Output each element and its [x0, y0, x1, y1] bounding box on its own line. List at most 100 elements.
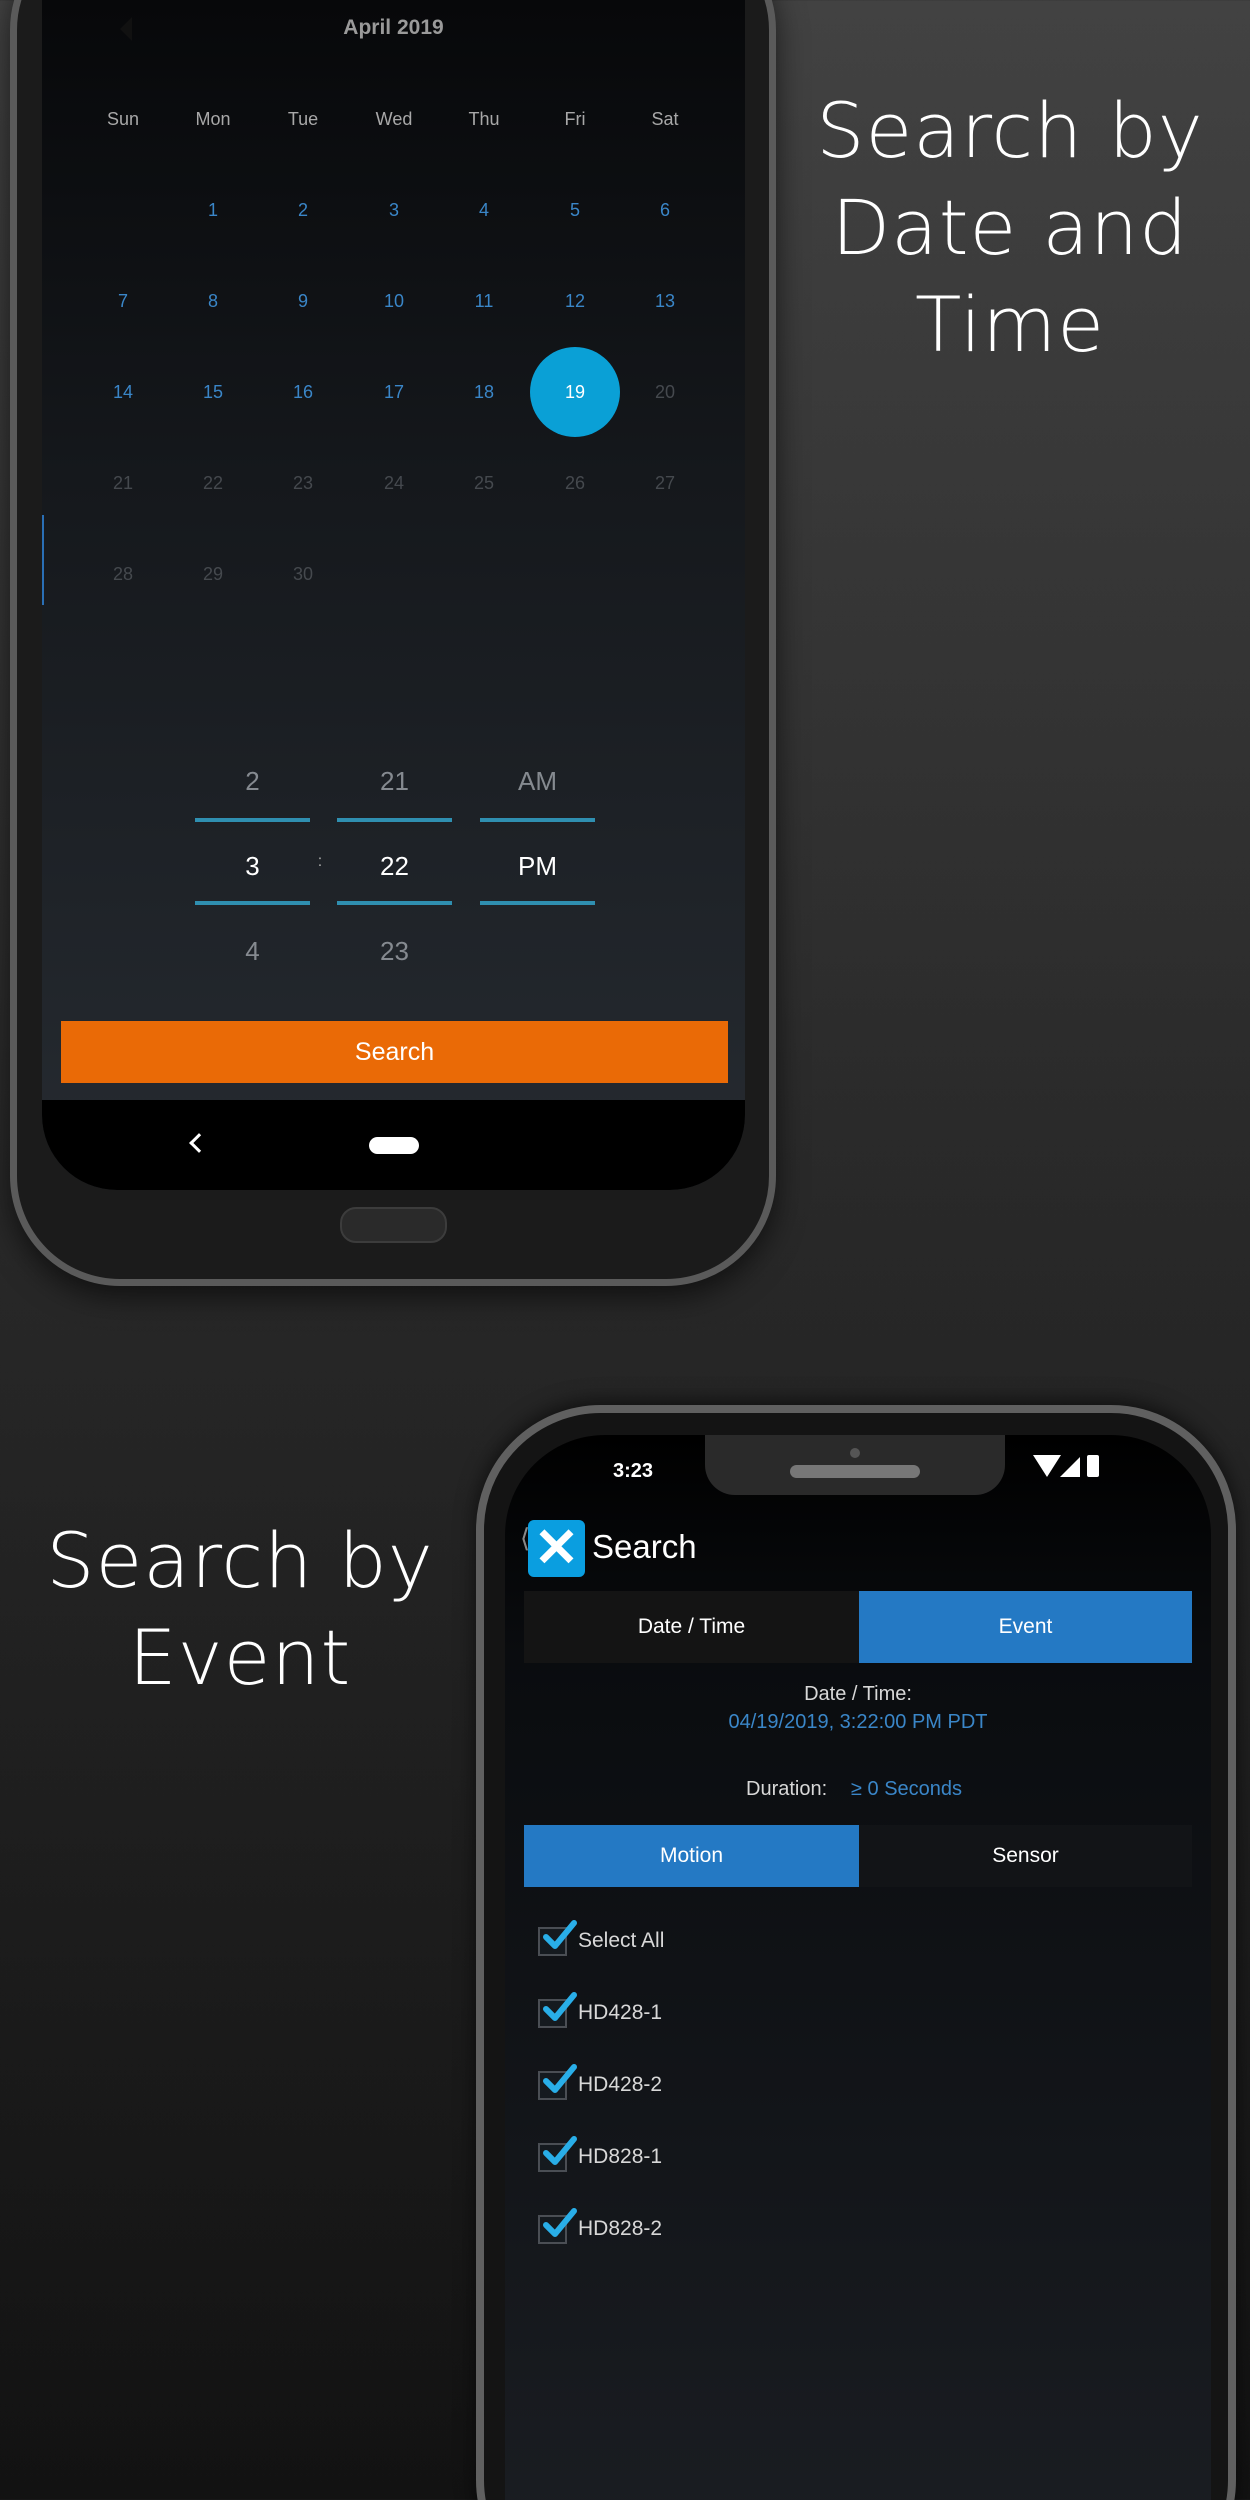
calendar-day: 29 [202, 564, 224, 584]
scroll-indicator [42, 515, 44, 605]
calendar-day[interactable]: 15 [168, 347, 258, 437]
datetime-label: Date / Time: [804, 1683, 912, 1705]
minute-current[interactable]: 22 [337, 851, 452, 882]
weekday-header: Tue [287, 109, 319, 129]
checkbox[interactable] [538, 2208, 577, 2244]
calendar-day[interactable]: 2 [258, 165, 348, 255]
divider [195, 818, 310, 822]
checkbox[interactable] [538, 1920, 577, 1956]
checkmark-icon [543, 1920, 577, 1949]
battery-icon [1087, 1455, 1099, 1477]
earpiece [790, 1465, 920, 1478]
camera [850, 1448, 860, 1458]
calendar-day: 20 [654, 382, 676, 402]
headline-line: Search by [816, 86, 1204, 175]
checkmark-icon [543, 2136, 577, 2165]
checkbox[interactable] [538, 2136, 577, 2172]
divider [480, 818, 595, 822]
calendar-day: 21 [112, 473, 134, 493]
tab-date-time[interactable]: Date / Time [524, 1591, 859, 1663]
checkmark-icon [543, 1992, 577, 2021]
weekday-header: Fri [564, 109, 586, 129]
calendar-day[interactable]: 4 [439, 165, 529, 255]
calendar-day[interactable]: 3 [349, 165, 439, 255]
event-type-tabs: Motion Sensor [524, 1825, 1192, 1887]
calendar-day[interactable]: 7 [78, 256, 168, 346]
calendar-day[interactable]: 11 [439, 256, 529, 346]
calendar-day: 24 [383, 473, 405, 493]
hour-current[interactable]: 3 [195, 851, 310, 882]
checkbox-label[interactable]: Select All [578, 1929, 664, 1953]
calendar-day[interactable]: 9 [258, 256, 348, 346]
calendar-day: 28 [112, 564, 134, 584]
hour-next[interactable]: 4 [195, 936, 310, 967]
headline-line: Time [915, 280, 1105, 369]
date-time-screen: April 2019 Sun Mon Tue Wed Thu Fri Sat 1 2 3 4 5 6 7 8… [42, 0, 745, 1190]
weekday-header: Mon [195, 109, 231, 129]
back-icon[interactable] [189, 1133, 209, 1153]
calendar-day[interactable]: 14 [78, 347, 168, 437]
event-screen: 3:23 ⟨ ✕ Search Date / Time Event Date /… [505, 1435, 1211, 2500]
divider [480, 901, 595, 905]
search-button[interactable]: Search [61, 1021, 728, 1083]
calendar-day[interactable]: 5 [530, 165, 620, 255]
calendar-day: 23 [292, 473, 314, 493]
checkmark-icon [543, 2208, 577, 2237]
calendar-day: 25 [473, 473, 495, 493]
datetime-value[interactable]: 04/19/2019, 3:22:00 PM PDT [505, 1711, 1211, 1734]
headline-line: Event [128, 1613, 352, 1702]
checkbox-label[interactable]: HD428-2 [578, 2073, 662, 2097]
checkbox-label[interactable]: HD828-1 [578, 2145, 662, 2169]
calendar-day[interactable]: 17 [349, 347, 439, 437]
headline-line: Search by [46, 1516, 434, 1605]
ampm-prev[interactable]: AM [480, 766, 595, 797]
calendar-day: 30 [292, 564, 314, 584]
calendar-day[interactable]: 12 [530, 256, 620, 346]
screen-title: Search [592, 1528, 697, 1565]
ampm-current[interactable]: PM [480, 851, 595, 882]
calendar-day-selected[interactable]: 19 [530, 347, 620, 437]
nav-bar [42, 1100, 745, 1190]
headline-event: Search by Event [20, 1512, 460, 1706]
calendar-day[interactable]: 18 [439, 347, 529, 437]
month-label: April 2019 [343, 16, 444, 39]
calendar-day[interactable]: 13 [620, 256, 710, 346]
headline-line: Date and [831, 183, 1189, 272]
notch [705, 1435, 1005, 1495]
time-separator: : [317, 853, 323, 870]
calendar-day: 26 [564, 473, 586, 493]
minute-next[interactable]: 23 [337, 936, 452, 967]
tab-sensor[interactable]: Sensor [859, 1825, 1192, 1887]
weekday-header: Sun [106, 109, 140, 129]
calendar-day[interactable]: 16 [258, 347, 348, 437]
calendar-day[interactable]: 1 [168, 165, 258, 255]
hour-prev[interactable]: 2 [195, 766, 310, 797]
checkbox-label[interactable]: HD828-2 [578, 2217, 662, 2241]
weekday-header: Thu [468, 109, 500, 129]
calendar-day[interactable]: 10 [349, 256, 439, 346]
home-icon[interactable] [369, 1137, 419, 1154]
duration-label: Duration: [746, 1778, 828, 1800]
checkbox-label[interactable]: HD428-1 [578, 2001, 662, 2025]
duration-value[interactable]: ≥ 0 Seconds [851, 1778, 962, 1801]
headline-date-time: Search by Date and Time [790, 82, 1230, 373]
calendar-day[interactable]: 6 [620, 165, 710, 255]
search-mode-tabs: Date / Time Event [524, 1591, 1192, 1663]
divider [337, 901, 452, 905]
checkbox[interactable] [538, 2064, 577, 2100]
signal-icon [1060, 1457, 1080, 1477]
divider [337, 818, 452, 822]
wifi-icon [1033, 1455, 1061, 1477]
divider [195, 901, 310, 905]
calendar-day: 27 [654, 473, 676, 493]
calendar-day[interactable]: 8 [168, 256, 258, 346]
weekday-header: Wed [375, 109, 413, 129]
tab-event[interactable]: Event [859, 1591, 1192, 1663]
minute-prev[interactable]: 21 [337, 766, 452, 797]
tab-motion[interactable]: Motion [524, 1825, 859, 1887]
checkbox[interactable] [538, 1992, 577, 2028]
calendar-day: 22 [202, 473, 224, 493]
speaker-grille [340, 1207, 447, 1243]
weekday-header: Sat [651, 109, 679, 129]
app-logo: ✕ [528, 1520, 585, 1577]
